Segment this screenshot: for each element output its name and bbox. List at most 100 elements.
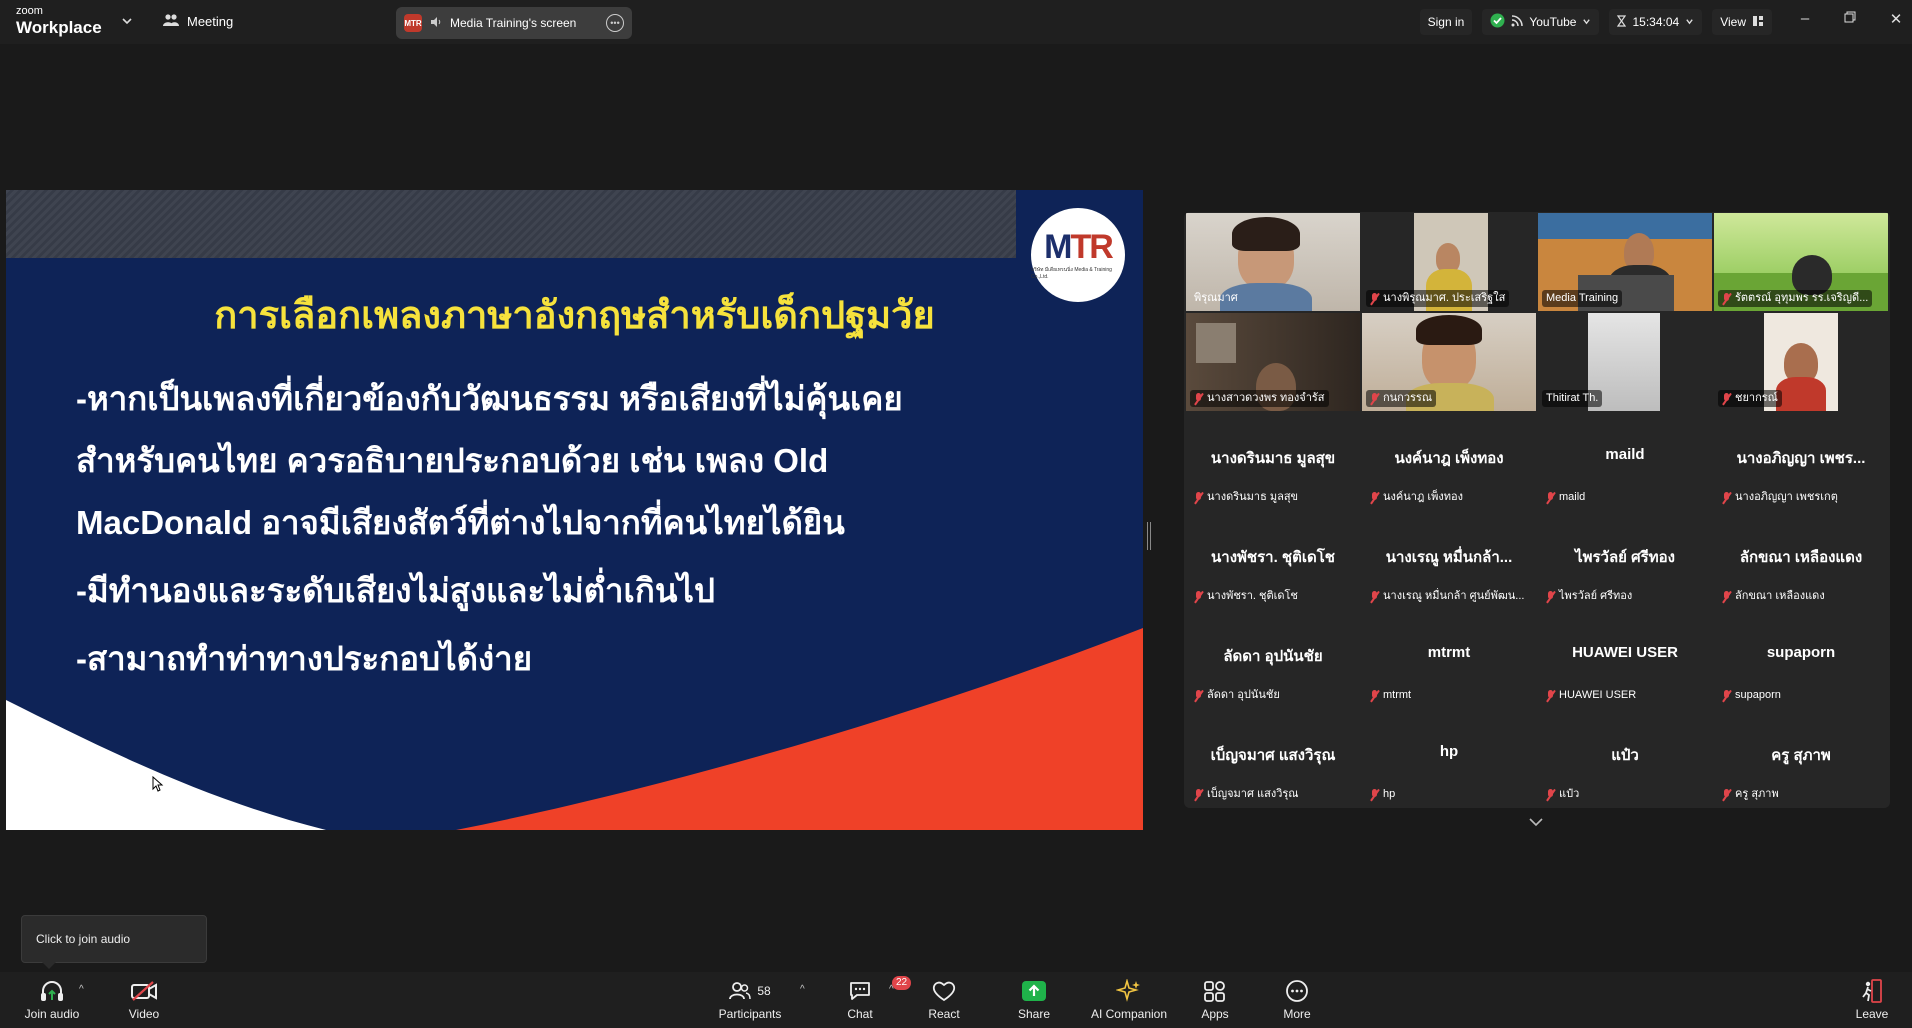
meeting-timer[interactable]: 15:34:04 (1609, 9, 1703, 35)
video-tile[interactable]: พิรุณมาศ (1186, 213, 1360, 311)
meeting-menu[interactable]: Meeting (163, 13, 233, 30)
sign-in-button[interactable]: Sign in (1419, 9, 1473, 35)
participant-tile[interactable]: นงค์นาฎ เพ็งทอง นงค์นาฎ เพ็งทอง (1362, 412, 1536, 510)
zoom-workplace-logo[interactable]: zoom Workplace (16, 6, 102, 37)
leave-button[interactable]: Leave (1832, 976, 1912, 1026)
participants-icon: 58 (729, 976, 771, 1006)
participant-tile[interactable]: maild maild (1538, 412, 1712, 510)
video-tile[interactable]: Thitirat Th. (1538, 313, 1712, 411)
participant-label: นงค์นาฎ เพ็งทอง (1366, 489, 1467, 506)
participants-options-caret-icon[interactable]: ^ (800, 984, 805, 995)
share-label: Media Training's screen (450, 16, 577, 30)
logo-caption: บริษัท มีเดียเทรนนิ่ง Media & Training C… (1031, 267, 1112, 280)
participant-label: แป๋ว (1542, 786, 1583, 803)
participant-name: นางพัชรา. ชุติเดโช (1211, 549, 1335, 566)
shared-screen: MTR บริษัท มีเดียเทรนนิ่ง Media & Traini… (6, 190, 1143, 830)
mic-muted-icon (1370, 392, 1379, 405)
chat-button[interactable]: 22 Chat (820, 976, 912, 1026)
participant-tile[interactable]: นางพัชรา. ชุติเดโช นางพัชรา. ชุติเดโช (1186, 511, 1360, 609)
video-tile-active-speaker[interactable]: Media Training (1538, 213, 1712, 311)
ai-companion-label: AI Companion (1090, 1007, 1168, 1021)
participant-tile[interactable]: ลัดดา อุปนันชัย ลัดดา อุปนันชัย (1186, 610, 1360, 708)
top-bar: zoom Workplace Meeting MTR Media Trainin… (0, 0, 1912, 44)
participant-name: mtrmt (1427, 644, 1471, 661)
view-button[interactable]: View (1712, 9, 1772, 35)
sharer-avatar: MTR (404, 14, 422, 32)
react-button[interactable]: React (904, 976, 984, 1026)
mic-muted-icon (1194, 491, 1203, 504)
screen-share-indicator[interactable]: MTR Media Training's screen ••• (396, 7, 632, 39)
participant-tile[interactable]: supaporn supaporn (1714, 610, 1888, 708)
sparkle-icon (1116, 976, 1142, 1006)
meeting-label: Meeting (187, 14, 234, 29)
top-right-controls: Sign in YouTube 15:34:04 View (1419, 8, 1772, 36)
participant-label: ครู สุภาพ (1718, 786, 1783, 803)
chat-options-caret-icon[interactable]: ^ (889, 984, 894, 995)
gallery-scroll-down-icon[interactable] (1528, 814, 1544, 832)
participant-name: นางดรินมาธ มูลสุข (1210, 450, 1336, 467)
chat-icon: 22 (848, 976, 912, 1006)
bottom-toolbar: Join audio ^ Video 58 Participants ^ 22 … (0, 972, 1912, 1028)
chevron-down-icon[interactable] (121, 14, 133, 32)
ai-companion-button[interactable]: AI Companion (1089, 976, 1169, 1026)
apps-label: Apps (1201, 1007, 1229, 1021)
slide-line: -หากเป็นเพลงที่เกี่ยวข้องกับวัฒนธรรม หรื… (76, 380, 903, 417)
mic-muted-icon (1722, 788, 1731, 801)
restore-icon[interactable] (1840, 10, 1860, 27)
video-tile[interactable]: นางสาวดวงพร ทองจำรัส (1186, 313, 1360, 411)
participant-tile[interactable]: ลักขณา เหลืองแดง ลักขณา เหลืองแดง (1714, 511, 1888, 609)
join-audio-tooltip[interactable]: Click to join audio (21, 915, 207, 969)
participant-tile[interactable]: แป๋ว แป๋ว (1538, 709, 1712, 807)
video-tile[interactable]: ชยากรณ์ (1714, 313, 1888, 411)
participant-tile[interactable]: นางดรินมาธ มูลสุข นางดรินมาธ มูลสุข (1186, 412, 1360, 510)
participant-label: เบ็ญจมาศ แสงวิรุณ (1190, 786, 1303, 803)
mic-muted-icon (1194, 392, 1203, 405)
video-tile[interactable]: กนกวรรณ (1362, 313, 1536, 411)
participants-label: Participants (718, 1007, 782, 1021)
apps-button[interactable]: Apps (1175, 976, 1255, 1026)
participant-tile[interactable]: ไพรวัลย์ ศรีทอง ไพรวัลย์ ศรีทอง (1538, 511, 1712, 609)
meeting-icon (163, 13, 179, 30)
participant-name: นงค์นาฎ เพ็งทอง (1394, 450, 1504, 467)
security-youtube-box[interactable]: YouTube (1482, 9, 1600, 35)
mic-muted-icon (1722, 590, 1731, 603)
slide-line: -มีทำนองและระดับเสียงไม่สูงและไม่ต่ำเกิน… (76, 572, 715, 609)
mic-muted-icon (1722, 392, 1731, 405)
participant-label: พิรุณมาศ (1194, 292, 1238, 304)
more-button[interactable]: More (1257, 976, 1337, 1026)
mouse-cursor-icon (152, 775, 164, 795)
mic-muted-icon (1370, 788, 1379, 801)
video-tile[interactable]: รัตตรณ์ อุทุมพร รร.เจริญดี... (1714, 213, 1888, 311)
share-button[interactable]: Share (994, 976, 1074, 1026)
participant-tile[interactable]: เบ็ญจมาศ แสงวิรุณ เบ็ญจมาศ แสงวิรุณ (1186, 709, 1360, 807)
share-screen-icon (1021, 976, 1047, 1006)
participant-tile[interactable]: HUAWEI USER HUAWEI USER (1538, 610, 1712, 708)
mic-muted-icon (1194, 788, 1203, 801)
participant-tile[interactable]: mtrmt mtrmt (1362, 610, 1536, 708)
video-off-icon (130, 976, 158, 1006)
mic-muted-icon (1194, 590, 1203, 603)
participant-label: hp (1366, 786, 1399, 803)
participant-count: 58 (757, 984, 771, 998)
participant-tile[interactable]: hp hp (1362, 709, 1536, 807)
more-options-icon[interactable]: ••• (606, 14, 624, 32)
participant-name: ลักขณา เหลืองแดง (1739, 549, 1863, 566)
participant-tile[interactable]: นางอภิญญา เพชร... นางอภิญญา เพชรเกตุ (1714, 412, 1888, 510)
participant-name: นางเรณู หมื่นกล้า... (1385, 549, 1513, 566)
participants-button[interactable]: 58 Participants (710, 976, 790, 1026)
minimize-icon[interactable]: – (1795, 10, 1815, 27)
speaker-icon (430, 16, 442, 31)
participant-label: ไพรวัลย์ ศรีทอง (1542, 588, 1636, 605)
video-button[interactable]: Video (104, 976, 184, 1026)
participant-label: ลักขณา เหลืองแดง (1718, 588, 1829, 605)
participant-tile[interactable]: นางเรณู หมื่นกล้า... นางเรณู หมื่นกล้า ศู… (1362, 511, 1536, 609)
participant-tile[interactable]: ครู สุภาพ ครู สุภาพ (1714, 709, 1888, 807)
live-stream-icon (1511, 14, 1524, 30)
close-icon[interactable]: ✕ (1886, 10, 1906, 28)
panel-resize-handle[interactable] (1147, 522, 1151, 550)
video-tile[interactable]: นางพิรุณมาศ. ประเสริฐใส (1362, 213, 1536, 311)
shield-check-icon (1490, 13, 1505, 31)
audio-options-caret-icon[interactable]: ^ (79, 984, 84, 995)
share-label-btn: Share (1017, 1007, 1051, 1021)
hourglass-icon (1617, 14, 1627, 30)
